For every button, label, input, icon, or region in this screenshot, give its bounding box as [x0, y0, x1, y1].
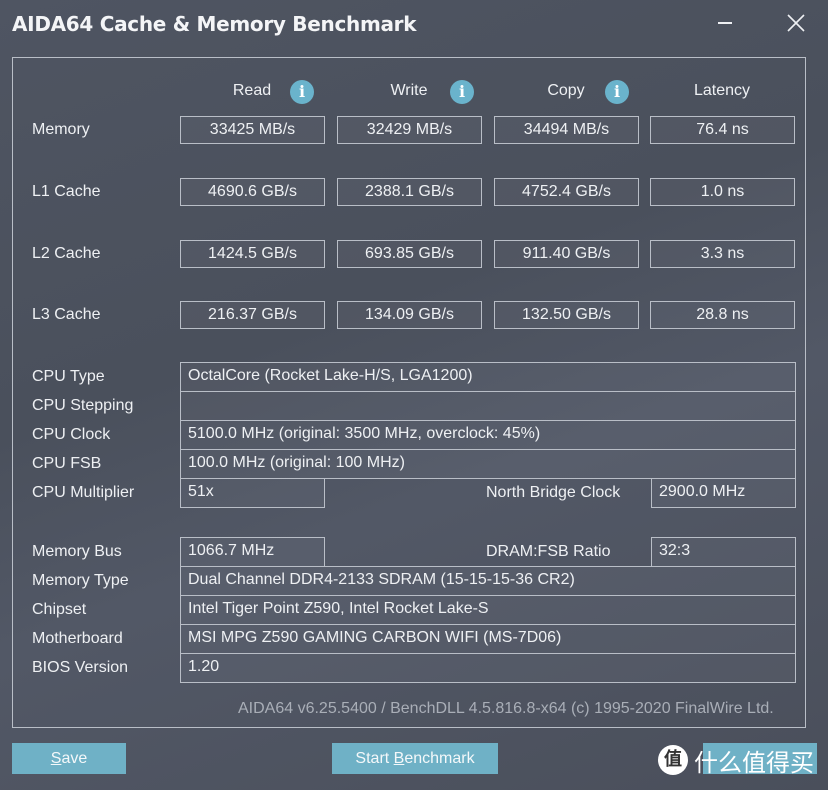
cpu-clock-value: 5100.0 MHz (original: 3500 MHz, overcloc…: [180, 420, 796, 450]
l1-latency-value: 1.0 ns: [650, 178, 795, 206]
l3-read-value: 216.37 GB/s: [180, 301, 325, 329]
column-header-latency: Latency: [693, 82, 751, 99]
watermark-badge-icon: 值: [658, 745, 688, 775]
memory-type-value: Dual Channel DDR4-2133 SDRAM (15-15-15-3…: [180, 566, 796, 596]
chipset-value: Intel Tiger Point Z590, Intel Rocket Lak…: [180, 595, 796, 625]
row-label: L1 Cache: [32, 183, 101, 200]
watermark-text: 什么值得买: [694, 748, 814, 777]
row-label: L2 Cache: [32, 245, 101, 262]
memory-bus-label: Memory Bus: [32, 543, 122, 560]
version-footer: AIDA64 v6.25.5400 / BenchDLL 4.5.816.8-x…: [238, 700, 774, 717]
l3-latency-value: 28.8 ns: [650, 301, 795, 329]
cpu-multiplier-label: CPU Multiplier: [32, 484, 135, 501]
l1-read-value: 4690.6 GB/s: [180, 178, 325, 206]
copy-info-icon[interactable]: i: [605, 80, 629, 104]
memory-read-value: 33425 MB/s: [180, 116, 325, 144]
memory-latency-value: 76.4 ns: [650, 116, 795, 144]
row-label: Memory: [32, 121, 90, 138]
cpu-multiplier-value: 51x: [180, 478, 325, 508]
bios-version-value: 1.20: [180, 653, 796, 683]
l1-write-value: 2388.1 GB/s: [337, 178, 482, 206]
l2-write-value: 693.85 GB/s: [337, 240, 482, 268]
north-bridge-clock-label: North Bridge Clock: [486, 484, 621, 501]
l1-copy-value: 4752.4 GB/s: [494, 178, 639, 206]
read-info-icon[interactable]: i: [290, 80, 314, 104]
cpu-stepping-label: CPU Stepping: [32, 397, 134, 414]
start-mnemonic: B: [393, 750, 405, 767]
l3-write-value: 134.09 GB/s: [337, 301, 482, 329]
cpu-fsb-label: CPU FSB: [32, 455, 102, 472]
bios-version-label: BIOS Version: [32, 659, 129, 676]
l3-copy-value: 132.50 GB/s: [494, 301, 639, 329]
cpu-stepping-value: [180, 391, 796, 421]
start-label-pre: Start: [355, 750, 394, 767]
watermark: 值 什么值得买: [658, 744, 814, 777]
memory-copy-value: 34494 MB/s: [494, 116, 639, 144]
save-label: ave: [61, 750, 88, 767]
l2-copy-value: 911.40 GB/s: [494, 240, 639, 268]
chipset-label: Chipset: [32, 601, 87, 618]
start-benchmark-button[interactable]: Start Benchmark: [332, 743, 498, 774]
l2-latency-value: 3.3 ns: [650, 240, 795, 268]
memory-bus-value: 1066.7 MHz: [180, 537, 325, 567]
save-button[interactable]: Save: [12, 743, 126, 774]
minimize-button[interactable]: [712, 10, 740, 36]
save-mnemonic: S: [50, 750, 62, 767]
window-title: AIDA64 Cache & Memory Benchmark: [12, 12, 417, 36]
memory-write-value: 32429 MB/s: [337, 116, 482, 144]
start-label-post: enchmark: [404, 750, 475, 767]
dram-fsb-ratio-value: 32:3: [651, 537, 796, 567]
close-icon: [787, 14, 805, 32]
motherboard-value: MSI MPG Z590 GAMING CARBON WIFI (MS-7D06…: [180, 624, 796, 654]
cpu-clock-label: CPU Clock: [32, 426, 111, 443]
motherboard-label: Motherboard: [32, 630, 123, 647]
dram-fsb-ratio-label: DRAM:FSB Ratio: [486, 543, 611, 560]
write-info-icon[interactable]: i: [450, 80, 474, 104]
cpu-type-value: OctalCore (Rocket Lake-H/S, LGA1200): [180, 362, 796, 392]
close-window-button[interactable]: [782, 10, 810, 36]
row-label: L3 Cache: [32, 306, 101, 323]
north-bridge-clock-value: 2900.0 MHz: [651, 478, 796, 508]
cpu-type-label: CPU Type: [32, 368, 105, 385]
memory-type-label: Memory Type: [32, 572, 129, 589]
l2-read-value: 1424.5 GB/s: [180, 240, 325, 268]
cpu-fsb-value: 100.0 MHz (original: 100 MHz): [180, 449, 796, 479]
